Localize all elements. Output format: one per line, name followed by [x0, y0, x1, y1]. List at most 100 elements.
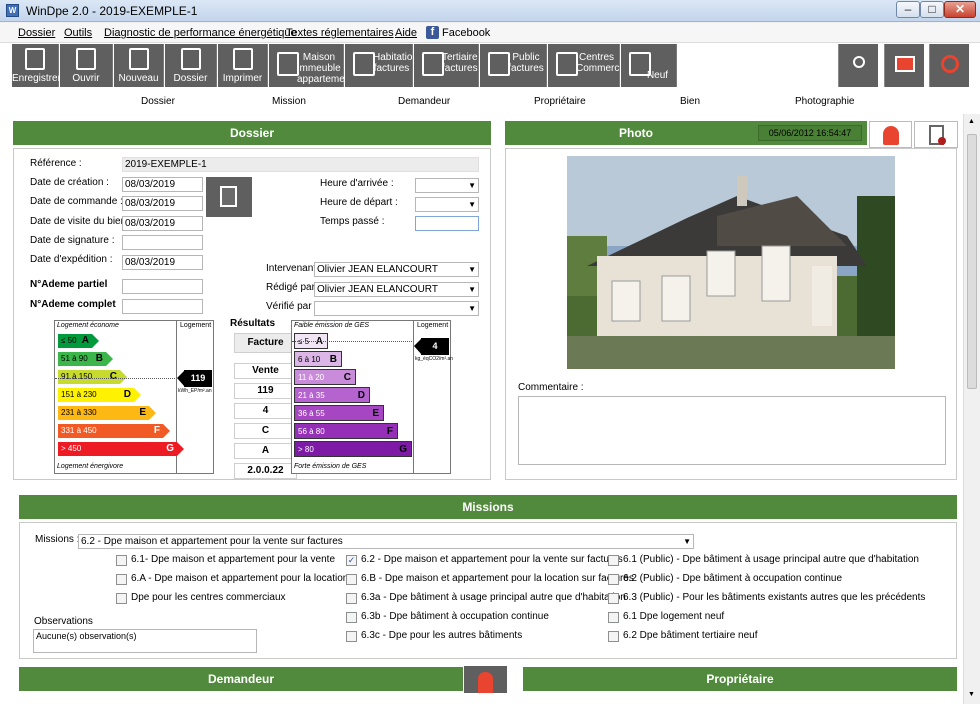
energy-bar-e: 231 à 330 E: [58, 406, 156, 420]
mission-checkbox[interactable]: [608, 612, 619, 623]
ges-unit: kg_éqCO2/m².an: [415, 356, 454, 362]
neuf-label: Neuf: [646, 70, 669, 81]
mission-checkbox[interactable]: [346, 574, 357, 585]
mission-option-label[interactable]: 6.A - Dpe maison et appartement pour la …: [131, 573, 348, 584]
mission-option-label[interactable]: 6.1 Dpe logement neuf: [623, 611, 724, 622]
mission-checkbox[interactable]: [346, 631, 357, 642]
mission-checkbox[interactable]: [608, 555, 619, 566]
new-button[interactable]: Nouveau: [114, 44, 164, 87]
mission-option-label[interactable]: 6.2 (Public) - Dpe bâtiment à occupation…: [623, 573, 842, 584]
comment-textarea[interactable]: [518, 396, 946, 465]
person-icon: [883, 126, 899, 145]
temps-field[interactable]: [415, 216, 479, 231]
save-button[interactable]: Enregistrer: [12, 44, 61, 87]
photo-import-button[interactable]: [914, 121, 958, 148]
mission-checkbox[interactable]: [608, 631, 619, 642]
ademe-partiel-field[interactable]: [122, 279, 203, 294]
visite-date-field[interactable]: 08/03/2019: [122, 216, 203, 231]
mission-checkbox[interactable]: [608, 574, 619, 585]
intervenant-select[interactable]: Olivier JEAN ELANCOURT ▼: [314, 262, 479, 277]
menu-facebook[interactable]: Facebook: [442, 27, 490, 39]
menu-outils[interactable]: Outils: [64, 27, 92, 39]
nav-mission[interactable]: Mission: [272, 96, 306, 107]
expedition-date-field[interactable]: 08/03/2019: [122, 255, 203, 270]
demandeur-person-button[interactable]: [464, 666, 507, 693]
verifie-select[interactable]: ▼: [314, 301, 479, 316]
scrollbar-thumb[interactable]: [967, 134, 977, 389]
ges-bar-e: 36 à 55 E: [294, 405, 384, 421]
mission-checkbox[interactable]: [346, 593, 357, 604]
mission-option-label[interactable]: 6.3b - Dpe bâtiment à occupation continu…: [361, 611, 549, 622]
menu-textes[interactable]: Textes réglementaires: [286, 27, 394, 39]
open-button[interactable]: Ouvrir: [60, 44, 113, 87]
tertiaire-button[interactable]: Tertiaire factures: [414, 44, 479, 87]
mission-option-label[interactable]: 6.3 (Public) - Pour les bâtiments exista…: [623, 592, 925, 603]
mission-checkbox[interactable]: [116, 574, 127, 585]
close-button[interactable]: ✕: [944, 1, 976, 18]
mission-option-label[interactable]: 6.2 - Dpe maison et appartement pour la …: [361, 554, 623, 565]
minimize-button[interactable]: –: [896, 1, 920, 18]
mall-button[interactable]: Centres Commerciaux: [548, 44, 638, 87]
ademe-complet-field[interactable]: [122, 299, 203, 314]
ges-side-label: Logement: [417, 322, 449, 329]
signature-date-field[interactable]: [122, 235, 203, 250]
print-button[interactable]: Imprimer: [218, 44, 268, 87]
neuf-button[interactable]: Neuf: [621, 44, 677, 87]
mission-checkbox[interactable]: [608, 593, 619, 604]
folder-button[interactable]: Dossier: [165, 44, 217, 87]
mission-checkbox[interactable]: ✓: [346, 555, 357, 566]
mission-option-label[interactable]: Dpe pour les centres commerciaux: [131, 592, 286, 603]
new-icon: [128, 48, 149, 70]
mission-option-label[interactable]: 6.1 (Public) - Dpe bâtiment à usage prin…: [623, 554, 919, 565]
scroll-up-icon[interactable]: ▲: [968, 118, 975, 125]
public-button[interactable]: Public factures: [480, 44, 547, 87]
mission-option-label[interactable]: 6.3c - Dpe pour les autres bâtiments: [361, 630, 522, 641]
expedition-label: Date d'expédition :: [30, 254, 113, 265]
signature-label: Date de signature :: [30, 235, 115, 246]
mission-option-label[interactable]: 6.1- Dpe maison et appartement pour la v…: [131, 554, 335, 565]
commande-date-field[interactable]: 08/03/2019: [122, 196, 203, 211]
power-button[interactable]: [929, 44, 969, 87]
office-icon: [422, 52, 444, 76]
depart-select[interactable]: ▼: [415, 197, 479, 212]
photo-title: Photo: [619, 126, 653, 140]
mission-option-label[interactable]: 6.2 Dpe bâtiment tertiaire neuf: [623, 630, 758, 641]
mission-checkbox[interactable]: [116, 593, 127, 604]
creation-date-field[interactable]: 08/03/2019: [122, 177, 203, 192]
redige-select[interactable]: Olivier JEAN ELANCOURT ▼: [314, 282, 479, 297]
arrivee-select[interactable]: ▼: [415, 178, 479, 193]
mission-option-label[interactable]: 6.B - Dpe maison et appartement pour la …: [361, 573, 634, 584]
scroll-down-icon[interactable]: ▼: [968, 691, 975, 698]
house-button[interactable]: Maison immeuble appartement: [269, 44, 353, 87]
person-icon: [478, 672, 493, 693]
missions-header: Missions: [19, 495, 957, 519]
mission-checkbox[interactable]: [116, 555, 127, 566]
habitation-button[interactable]: Habitation factures: [345, 44, 418, 87]
missions-select[interactable]: 6.2 - Dpe maison et appartement pour la …: [78, 534, 694, 549]
maximize-button[interactable]: □: [920, 1, 944, 18]
mission-option-label[interactable]: 6.3a - Dpe bâtiment à usage principal au…: [361, 592, 626, 603]
vertical-scrollbar[interactable]: ▲ ▼: [963, 114, 980, 704]
nav-dossier[interactable]: Dossier: [141, 96, 175, 107]
menu-aide[interactable]: Aide: [395, 27, 417, 39]
nav-proprietaire[interactable]: Propriétaire: [534, 96, 586, 107]
nav-demandeur[interactable]: Demandeur: [398, 96, 450, 107]
globe-button[interactable]: [838, 44, 878, 87]
energy-bar-letter: F: [153, 425, 160, 436]
menu-dossier[interactable]: Dossier: [18, 27, 55, 39]
menu-diagnostic[interactable]: Diagnostic de performance énergétique: [104, 27, 297, 39]
chevron-down-icon: ▼: [468, 265, 476, 274]
house-photo[interactable]: [567, 156, 895, 369]
calendar-button[interactable]: [206, 177, 252, 217]
nav-photographie[interactable]: Photographie: [795, 96, 855, 107]
nav-bien[interactable]: Bien: [680, 96, 700, 107]
observations-textarea[interactable]: Aucune(s) observation(s): [33, 629, 257, 653]
facebook-icon[interactable]: f: [426, 26, 439, 39]
globe-icon: [853, 56, 865, 68]
photo-person-button[interactable]: [869, 121, 912, 148]
mission-checkbox[interactable]: [346, 612, 357, 623]
mall-label: Centres Commerciaux: [576, 52, 638, 74]
reference-field[interactable]: 2019-EXEMPLE-1: [122, 157, 479, 172]
video-button[interactable]: [884, 44, 924, 87]
public-label: Public factures: [508, 52, 544, 74]
